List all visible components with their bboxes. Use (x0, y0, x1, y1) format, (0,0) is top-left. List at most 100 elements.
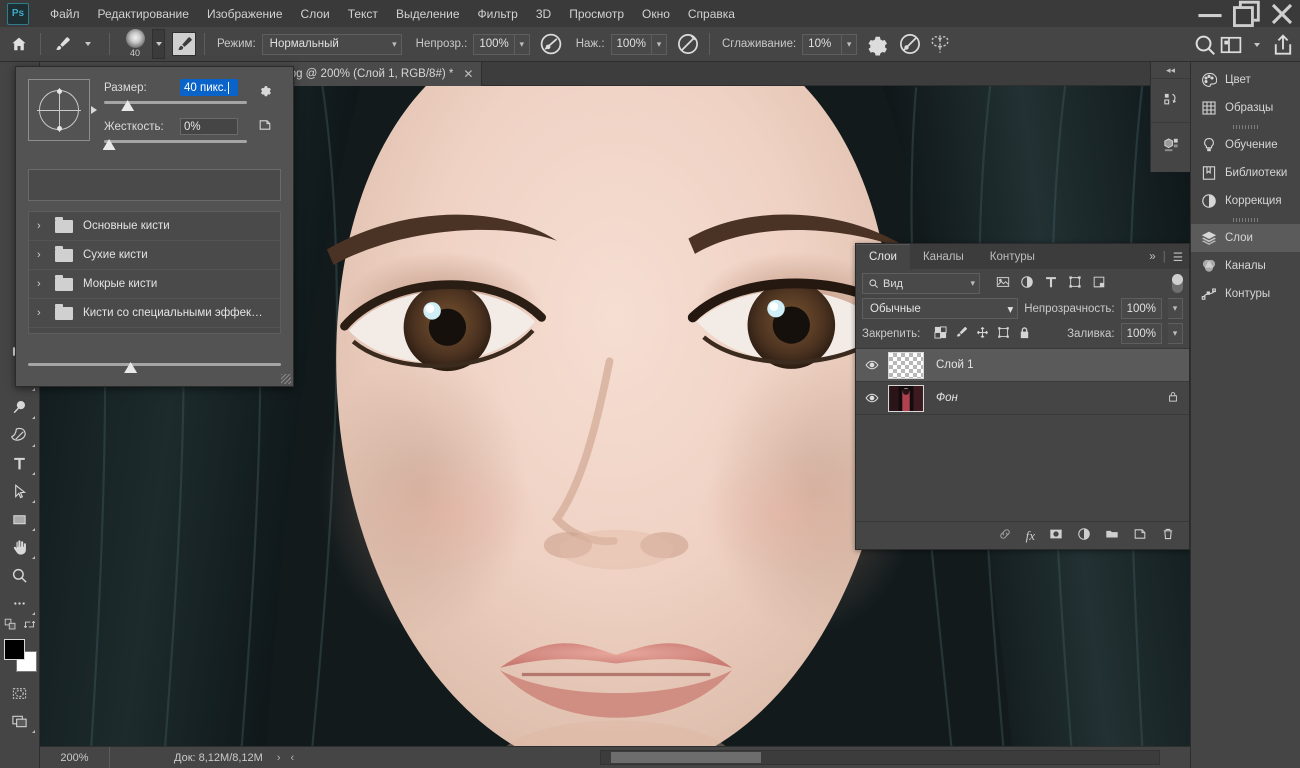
brush-roundness-handle-bottom[interactable] (57, 126, 62, 131)
foreground-color-swatch[interactable] (4, 639, 25, 660)
menu-3d[interactable]: 3D (527, 3, 560, 25)
sidebar-item-color[interactable]: Цвет (1191, 66, 1300, 94)
chevron-right-icon[interactable]: › (37, 278, 55, 290)
history-panel-icon[interactable] (1151, 78, 1191, 122)
menu-edit[interactable]: Редактирование (89, 3, 198, 25)
list-item[interactable]: › Сухие кисти (29, 241, 280, 270)
brush-preset-search[interactable] (28, 169, 281, 201)
brush-thumbnail-size-slider[interactable] (28, 360, 281, 376)
pixel-filter-icon[interactable] (996, 275, 1010, 292)
blend-mode-select[interactable]: Нормальный ▾ (262, 34, 402, 55)
layer-opacity-value[interactable]: 100% (1121, 298, 1162, 319)
table-row[interactable]: Фон (856, 382, 1189, 415)
add-layer-mask-icon[interactable] (1049, 527, 1063, 544)
list-item[interactable]: › Основные кисти (29, 212, 280, 241)
brush-roundness-handle-top[interactable] (57, 89, 62, 94)
sidebar-item-swatches[interactable]: Образцы (1191, 94, 1300, 122)
flow-stepper[interactable]: ▾ (652, 34, 667, 55)
lock-image-pixels-icon[interactable] (955, 326, 968, 342)
chevron-right-icon[interactable]: › (37, 220, 55, 232)
status-prev-icon[interactable]: ‹ (291, 752, 295, 764)
menu-view[interactable]: Просмотр (560, 3, 633, 25)
edit-toolbar-icon[interactable] (4, 618, 17, 634)
tool-pen[interactable] (3, 422, 37, 449)
layer-visibility-icon[interactable] (856, 391, 888, 405)
tool-type[interactable] (3, 450, 37, 477)
canvas-horizontal-scrollbar[interactable] (600, 750, 1160, 765)
layer-visibility-icon[interactable] (856, 358, 888, 372)
tool-zoom[interactable] (3, 562, 37, 589)
more-tools-icon[interactable] (3, 590, 37, 617)
minimize-button[interactable] (1192, 0, 1228, 27)
new-preset-icon[interactable] (258, 118, 272, 135)
menu-filter[interactable]: Фильтр (469, 3, 527, 25)
menu-layers[interactable]: Слои (292, 3, 339, 25)
gear-icon[interactable] (258, 83, 272, 100)
sidebar-item-libraries[interactable]: Библиотеки (1191, 159, 1300, 187)
tool-dodge[interactable] (3, 394, 37, 421)
maximize-button[interactable] (1228, 0, 1264, 27)
tab-layers[interactable]: Слои (856, 244, 910, 269)
rail-grip[interactable] (1191, 122, 1300, 131)
new-adjustment-layer-icon[interactable] (1077, 527, 1091, 544)
rail-grip[interactable] (1191, 215, 1300, 224)
brush-hardness-input[interactable]: 0% (180, 118, 238, 135)
menu-text[interactable]: Текст (339, 3, 387, 25)
color-picker-swatches[interactable] (3, 638, 37, 672)
shape-filter-icon[interactable] (1068, 275, 1082, 292)
sidebar-item-paths[interactable]: Контуры (1191, 280, 1300, 308)
menu-file[interactable]: Файл (41, 3, 89, 25)
tool-path-selection[interactable] (3, 478, 37, 505)
brush-tool-dropdown[interactable] (75, 31, 101, 57)
zoom-level[interactable]: 200% (40, 747, 110, 768)
workspace-dropdown[interactable] (1244, 32, 1270, 58)
table-row[interactable]: Слой 1 (856, 349, 1189, 382)
chevron-right-icon[interactable]: › (37, 307, 55, 319)
chevron-right-icon[interactable]: › (37, 249, 55, 261)
brush-size-slider[interactable] (104, 98, 247, 112)
opacity-stepper[interactable]: ▾ (515, 34, 530, 55)
tool-rectangle[interactable] (3, 506, 37, 533)
menu-select[interactable]: Выделение (387, 3, 469, 25)
menu-window[interactable]: Окно (633, 3, 679, 25)
tab-channels[interactable]: Каналы (910, 244, 977, 269)
filter-enable-toggle[interactable] (1172, 274, 1183, 293)
panel-menu-icon[interactable]: ☰ (1173, 250, 1183, 264)
home-icon[interactable] (6, 31, 32, 57)
sidebar-item-channels[interactable]: Каналы (1191, 252, 1300, 280)
collapse-icon[interactable]: ◂◂ (1151, 62, 1190, 78)
layer-blend-mode-select[interactable]: Обычные ▾ (862, 298, 1018, 319)
resize-grip[interactable] (281, 374, 291, 384)
layer-opacity-stepper[interactable]: ▾ (1168, 298, 1183, 319)
brush-size-input[interactable]: 40 пикс. (180, 79, 238, 96)
quick-mask-icon[interactable] (3, 680, 37, 707)
swap-colors-icon[interactable] (23, 618, 36, 634)
close-button[interactable] (1264, 0, 1300, 27)
layer-lock-icon[interactable] (1167, 390, 1179, 406)
smoothing-stepper[interactable]: ▾ (842, 34, 857, 55)
brush-hardness-slider[interactable] (104, 137, 247, 151)
lock-position-icon[interactable] (976, 326, 989, 342)
horizontal-scroll-thumb[interactable] (611, 752, 761, 763)
sidebar-item-layers[interactable]: Слои (1191, 224, 1300, 252)
layer-filter-select[interactable]: Вид ▾ (862, 273, 980, 294)
brush-angle-handle[interactable] (91, 106, 97, 114)
lock-artboard-icon[interactable] (997, 326, 1010, 342)
sidebar-item-learn[interactable]: Обучение (1191, 131, 1300, 159)
flow-value[interactable]: 100% (611, 34, 652, 55)
list-item[interactable]: › Кисти со специальными эффек… (29, 299, 280, 328)
workspace-icon[interactable] (1218, 32, 1244, 58)
adjustment-filter-icon[interactable] (1020, 275, 1034, 292)
layer-fill-value[interactable]: 100% (1121, 323, 1162, 344)
brush-size-preview[interactable]: 40 (118, 28, 152, 60)
close-icon[interactable]: ✕ (463, 67, 473, 81)
layer-fill-stepper[interactable]: ▾ (1168, 323, 1183, 344)
gear-icon[interactable] (863, 31, 889, 57)
smoothing-value[interactable]: 10% (802, 34, 842, 55)
pressure-opacity-icon[interactable] (675, 31, 701, 57)
tab-paths[interactable]: Контуры (977, 244, 1048, 269)
lock-transparent-pixels-icon[interactable] (934, 326, 947, 342)
layer-style-fx-icon[interactable]: fx (1026, 528, 1035, 544)
brush-preset-icon[interactable] (172, 32, 196, 56)
layer-thumbnail[interactable] (888, 385, 924, 412)
